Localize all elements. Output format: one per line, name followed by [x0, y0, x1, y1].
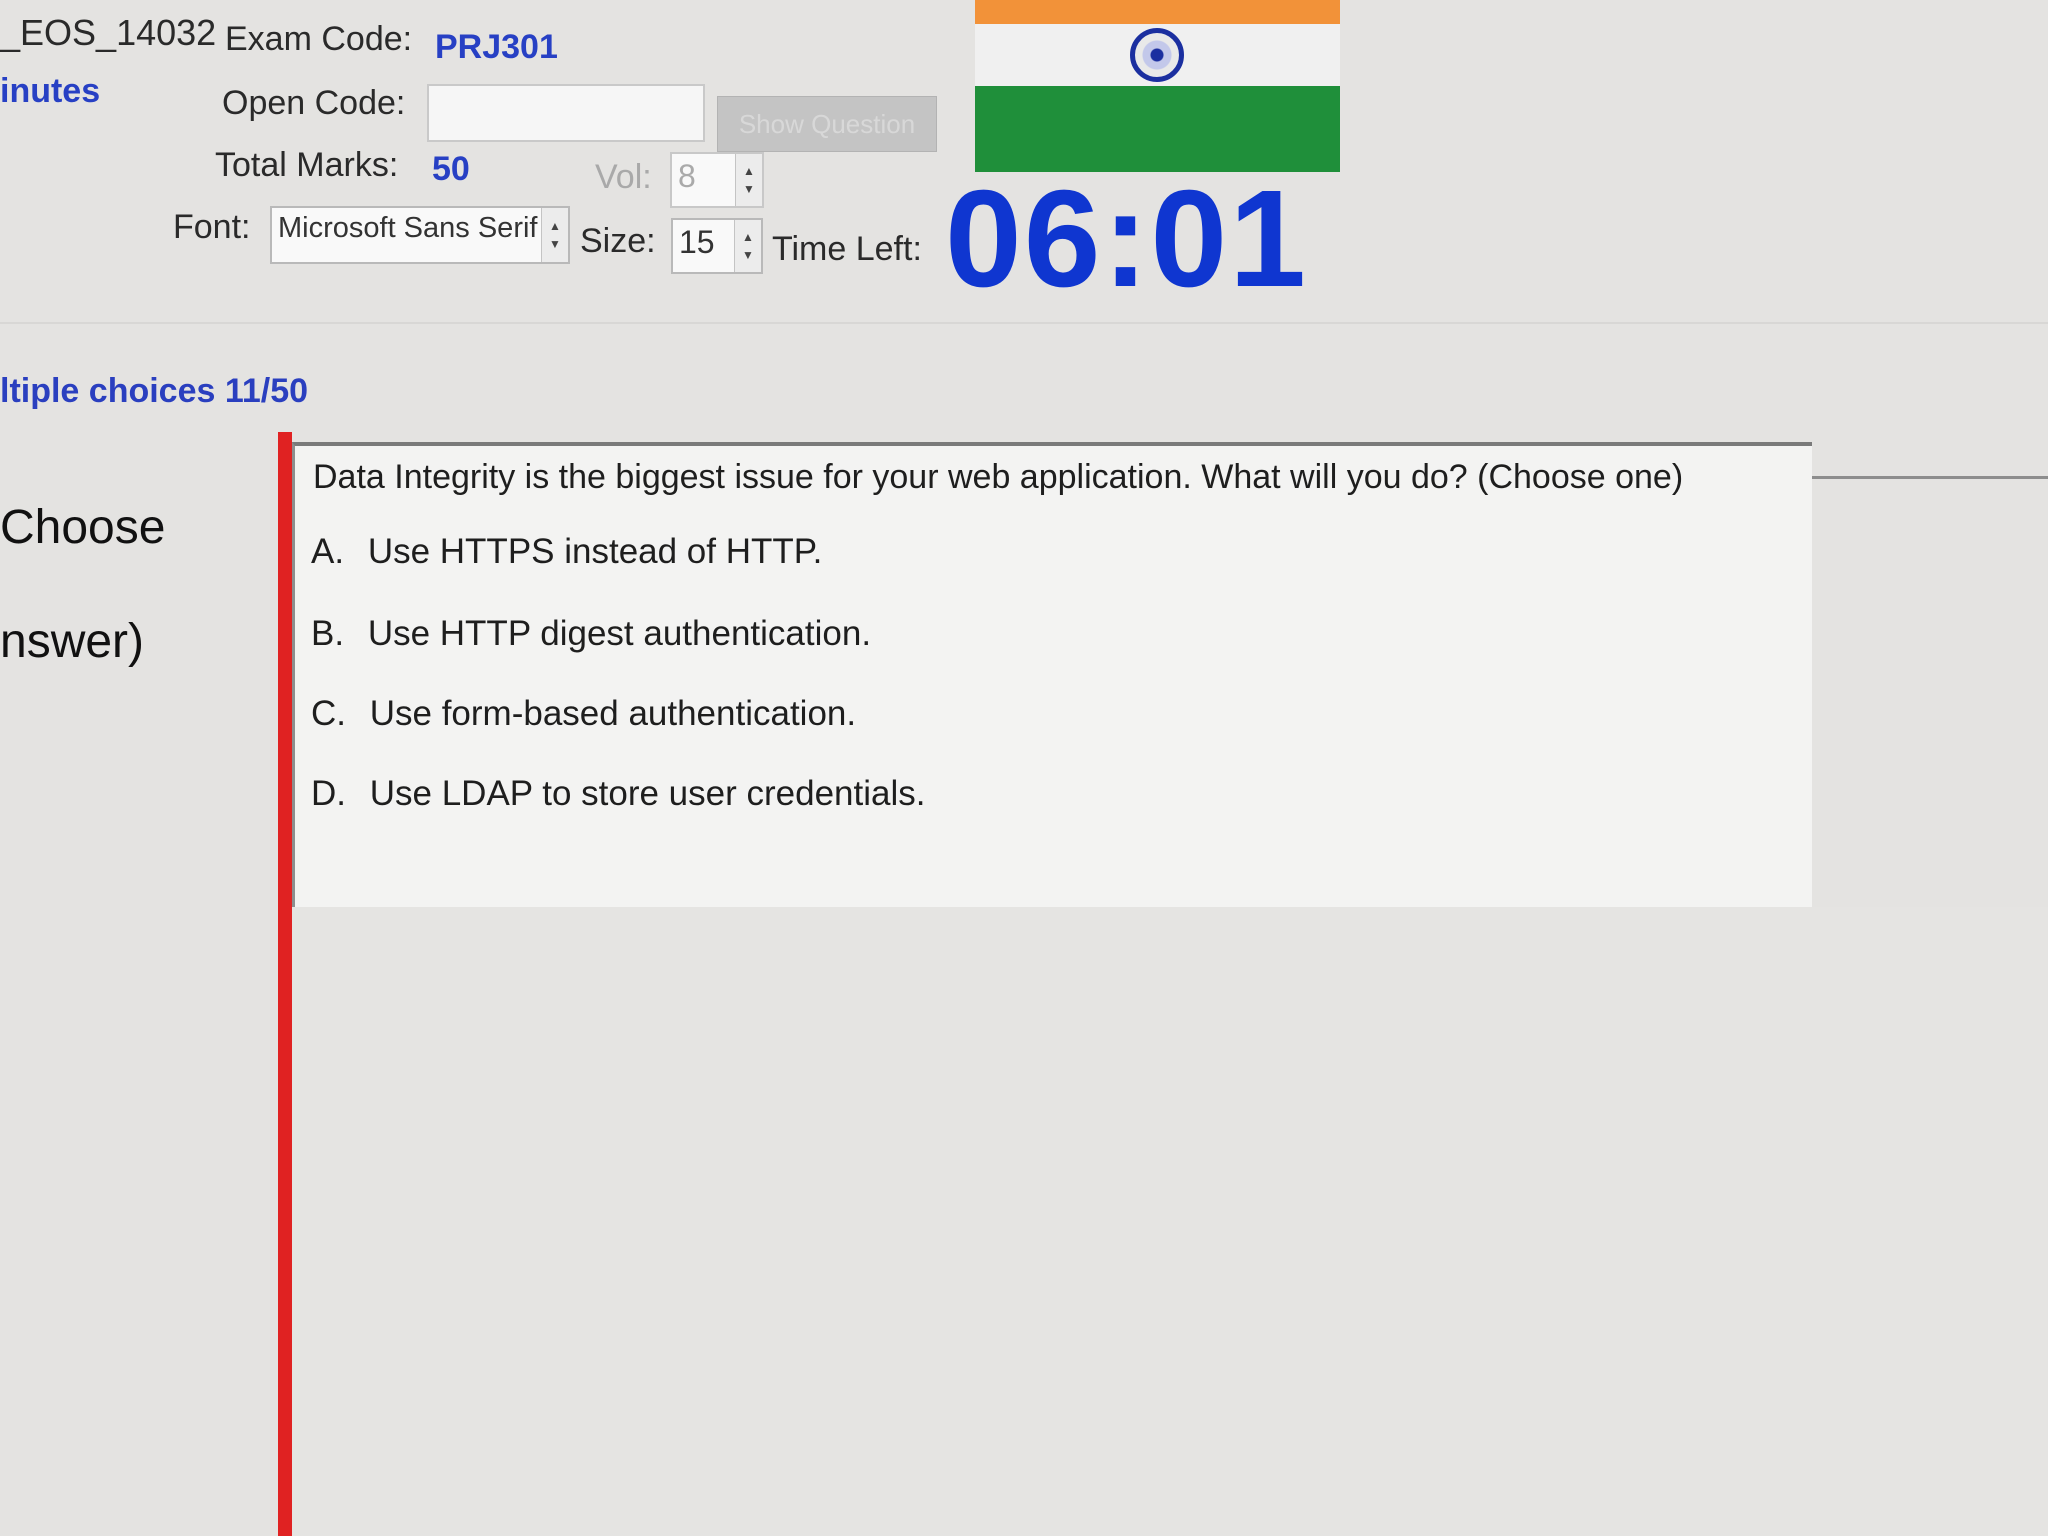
- answer-prompt-line2: nswer): [0, 615, 145, 668]
- flag-green-band: [975, 86, 1340, 172]
- option-letter: A.: [311, 532, 345, 571]
- question-text: Data Integrity is the biggest issue for …: [313, 458, 1684, 496]
- question-panel: Data Integrity is the biggest issue for …: [292, 442, 1812, 907]
- spinner-arrows-icon[interactable]: ▲ ▼: [734, 220, 761, 272]
- time-left-label: Time Left:: [772, 230, 922, 268]
- flag-white-band: [975, 24, 1340, 86]
- vol-label: Vol:: [595, 158, 652, 196]
- section-title: ltiple choices 11/50: [0, 372, 309, 410]
- vol-value: 8: [678, 158, 696, 194]
- open-code-input[interactable]: [427, 84, 705, 142]
- answer-prompt-line1: Choose: [0, 501, 166, 554]
- option-d: D. Use LDAP to store user credentials.: [311, 774, 925, 814]
- vol-stepper[interactable]: 8 ▲ ▼: [670, 152, 764, 208]
- option-c: C. Use form-based authentication.: [311, 694, 856, 734]
- font-value: Microsoft Sans Serif: [278, 212, 538, 244]
- option-text: Use LDAP to store user credentials.: [369, 774, 926, 813]
- total-marks-value: 50: [432, 150, 470, 188]
- answer-area: [292, 907, 2048, 1536]
- spinner-arrows-icon[interactable]: ▲ ▼: [541, 208, 568, 262]
- open-code-label: Open Code:: [222, 84, 406, 122]
- size-stepper[interactable]: 15 ▲ ▼: [671, 218, 763, 274]
- option-text: Use form-based authentication.: [369, 694, 857, 733]
- option-letter: B.: [311, 614, 345, 653]
- panel-border-line: [1812, 476, 2048, 479]
- flag-saffron-band: [975, 0, 1340, 24]
- option-a: A. Use HTTPS instead of HTTP.: [311, 532, 822, 572]
- exam-code-value: PRJ301: [435, 28, 558, 66]
- show-question-button[interactable]: Show Question: [717, 96, 937, 152]
- spinner-arrows-icon[interactable]: ▲ ▼: [735, 154, 762, 206]
- option-text: Use HTTP digest authentication.: [367, 614, 872, 653]
- total-marks-label: Total Marks:: [215, 146, 399, 184]
- option-b: B. Use HTTP digest authentication.: [311, 614, 871, 654]
- option-letter: C.: [311, 694, 346, 733]
- option-letter: D.: [311, 774, 346, 813]
- red-divider-bar: [278, 432, 292, 1536]
- font-select[interactable]: Microsoft Sans Serif ▲ ▼: [270, 206, 570, 264]
- duration-text: inutes: [0, 72, 101, 110]
- countdown-timer: 06:01: [945, 162, 1308, 316]
- option-text: Use HTTPS instead of HTTP.: [367, 532, 823, 571]
- size-value: 15: [679, 224, 715, 260]
- size-label: Size:: [580, 222, 656, 260]
- exam-id: _EOS_14032: [0, 12, 217, 53]
- flag-image: [975, 0, 1340, 172]
- ashoka-chakra-icon: [1130, 28, 1184, 82]
- font-label: Font:: [173, 208, 251, 246]
- exam-code-label: Exam Code:: [225, 20, 413, 58]
- header-divider: [0, 322, 2048, 324]
